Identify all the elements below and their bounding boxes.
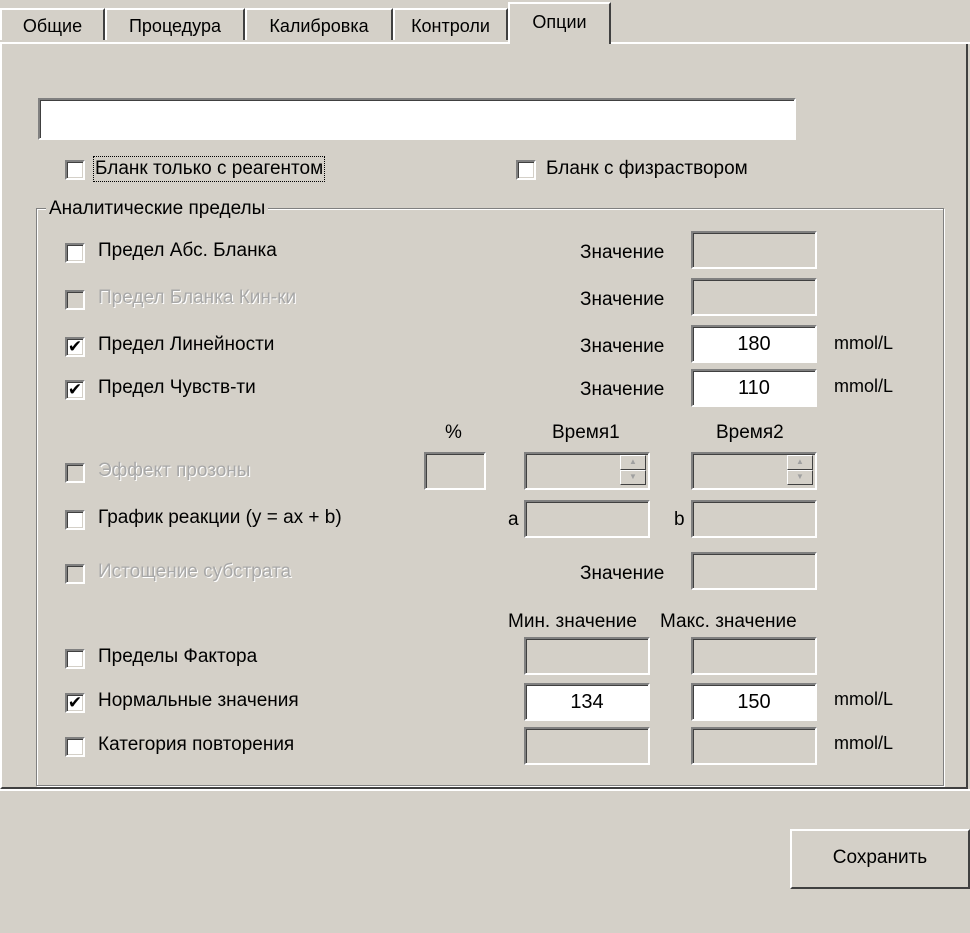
prozone-label: Эффект прозоны xyxy=(98,460,251,481)
max-value-header: Макс. значение xyxy=(660,611,797,632)
abs-blank-value-field[interactable] xyxy=(691,231,817,269)
time2-spinner: ▲ ▼ xyxy=(787,455,813,487)
b-label: b xyxy=(674,509,685,530)
normal-min-field[interactable]: 134 xyxy=(524,683,650,721)
normal-values-unit: mmol/L xyxy=(834,689,894,709)
linearity-checkbox[interactable]: ✔ xyxy=(65,337,85,357)
time1-header: Время1 xyxy=(552,422,620,443)
factor-limits-checkbox[interactable] xyxy=(65,649,85,669)
tab-strip: Общие Процедура Калибровка Контроли Опци… xyxy=(0,0,970,44)
prozone-percent-field xyxy=(424,452,486,490)
prozone-checkbox xyxy=(65,463,85,483)
sensitivity-value-field[interactable]: 110 xyxy=(691,369,817,407)
kin-blank-value-field xyxy=(691,278,817,316)
linearity-label: Предел Линейности xyxy=(98,334,275,355)
substrate-value-field xyxy=(691,552,817,590)
spin-down-icon: ▼ xyxy=(620,470,646,485)
normal-values-label: Нормальные значения xyxy=(98,690,299,711)
reaction-graph-label: График реакции (y = ax + b) xyxy=(98,507,342,528)
spin-up-icon: ▲ xyxy=(620,455,646,470)
substrate-label: Истощение субстрата xyxy=(98,561,292,582)
reaction-graph-checkbox[interactable] xyxy=(65,510,85,530)
linearity-unit: mmol/L xyxy=(834,333,894,353)
kin-blank-checkbox xyxy=(65,290,85,310)
save-button[interactable]: Сохранить xyxy=(790,829,970,889)
tab-procedure[interactable]: Процедура xyxy=(105,8,245,40)
linearity-value-label: Значение xyxy=(580,336,665,357)
abs-blank-value-label: Значение xyxy=(580,242,665,263)
blank-saline-label: Бланк с физраствором xyxy=(546,158,748,179)
spin-up-icon: ▲ xyxy=(787,455,813,470)
repeat-max-field[interactable] xyxy=(691,727,817,765)
tab-underline xyxy=(0,42,970,44)
top-text-field[interactable] xyxy=(38,98,796,140)
repeat-category-unit: mmol/L xyxy=(834,733,894,753)
tab-general[interactable]: Общие xyxy=(0,8,105,40)
a-label: a xyxy=(508,509,519,530)
spin-down-icon: ▼ xyxy=(787,470,813,485)
group-title: Аналитические пределы xyxy=(46,198,269,220)
time2-header: Время2 xyxy=(716,422,784,443)
normal-max-field[interactable]: 150 xyxy=(691,683,817,721)
factor-limits-label: Пределы Фактора xyxy=(98,646,258,667)
blank-saline-checkbox[interactable] xyxy=(516,160,536,180)
abs-blank-label: Предел Абс. Бланка xyxy=(98,240,277,261)
sensitivity-value-label: Значение xyxy=(580,379,665,400)
kin-blank-value-label: Значение xyxy=(580,289,665,310)
time1-spinner: ▲ ▼ xyxy=(620,455,646,487)
repeat-category-label: Категория повторения xyxy=(98,734,295,755)
reaction-a-field[interactable] xyxy=(524,500,650,538)
repeat-min-field[interactable] xyxy=(524,727,650,765)
tab-calibration[interactable]: Калибровка xyxy=(245,8,393,40)
tab-options[interactable]: Опции xyxy=(508,2,611,44)
blank-reagent-only-checkbox[interactable] xyxy=(65,160,85,180)
reaction-b-field[interactable] xyxy=(691,500,817,538)
sensitivity-checkbox[interactable]: ✔ xyxy=(65,380,85,400)
factor-max-field[interactable] xyxy=(691,637,817,675)
substrate-checkbox xyxy=(65,564,85,584)
min-value-header: Мин. значение xyxy=(508,611,637,632)
repeat-category-checkbox[interactable] xyxy=(65,737,85,757)
factor-min-field[interactable] xyxy=(524,637,650,675)
percent-header: % xyxy=(445,422,462,443)
normal-values-checkbox[interactable]: ✔ xyxy=(65,693,85,713)
blank-reagent-only-label: Бланк только с реагентом xyxy=(92,156,326,182)
tab-controls[interactable]: Контроли xyxy=(393,8,508,40)
sensitivity-unit: mmol/L xyxy=(834,376,894,396)
kin-blank-label: Предел Бланка Кин-ки xyxy=(98,287,297,308)
abs-blank-checkbox[interactable] xyxy=(65,243,85,263)
substrate-value-label: Значение xyxy=(580,563,665,584)
bottom-separator xyxy=(0,789,970,791)
linearity-value-field[interactable]: 180 xyxy=(691,325,817,363)
sensitivity-label: Предел Чувств-ти xyxy=(98,377,256,398)
